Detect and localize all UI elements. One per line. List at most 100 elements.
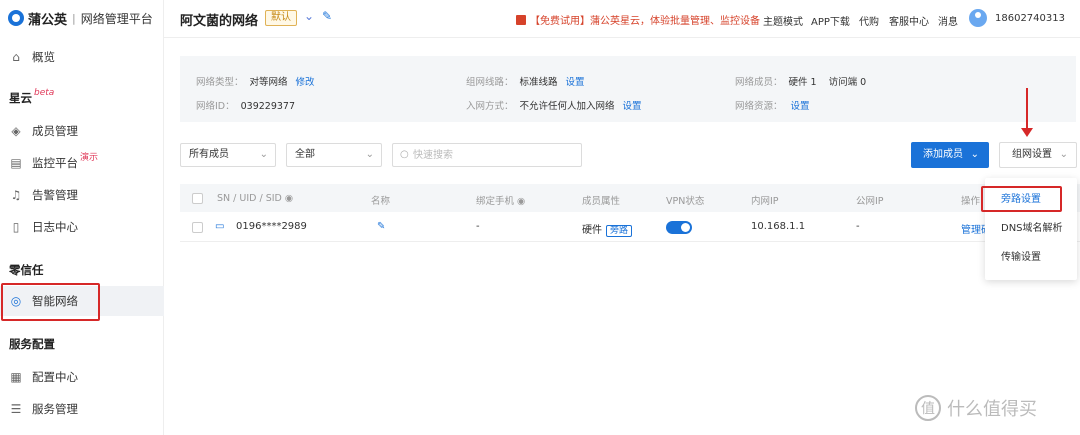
search-input[interactable] xyxy=(413,147,573,163)
route-settings-link[interactable]: 设置 xyxy=(566,77,585,88)
info-label: 网络ID： xyxy=(196,101,235,112)
highlight-box-bypass xyxy=(981,186,1062,212)
sidebar-item-label: 服务管理 xyxy=(32,402,78,416)
cell-sn: 0196****2989 xyxy=(236,221,307,232)
document-icon: ▯ xyxy=(12,220,20,234)
menu-item-transfer-settings[interactable]: 传输设置 xyxy=(985,244,1077,272)
info-network-type: 网络类型： 对等网络 修改 xyxy=(196,74,315,88)
sidebar-item-alerts[interactable]: ♫ 告警管理 xyxy=(0,180,164,210)
network-settings-button[interactable]: 组网设置 ⌄ xyxy=(999,142,1077,168)
messages-link[interactable]: 消息 xyxy=(938,13,958,28)
chevron-down-icon: ⌄ xyxy=(259,149,268,160)
sidebar-item-service-mgmt[interactable]: ☰ 服务管理 xyxy=(0,394,164,424)
brand-name: 蒲公英 xyxy=(28,12,68,28)
info-join: 入网方式： 不允许任何人加入网络 设置 xyxy=(466,98,642,112)
section-service-config: 服务配置 xyxy=(9,337,55,351)
sidebar-item-config-center[interactable]: ▦ 配置中心 xyxy=(0,362,164,392)
add-member-button[interactable]: 添加成员 ⌄ xyxy=(911,142,989,168)
monitor-icon: ▤ xyxy=(10,156,22,170)
brand-product: 网络管理平台 xyxy=(80,11,153,26)
sidebar-item-label: 成员管理 xyxy=(32,124,78,138)
sidebar-item-monitor[interactable]: ▤ 监控平台 演示 xyxy=(0,148,164,178)
chevron-down-icon[interactable]: ⌄ xyxy=(304,9,314,23)
info-label: 入网方式： xyxy=(466,101,514,112)
promo-banner[interactable]: 【免费试用】蒲公英星云，体验批量管理、监控设备 xyxy=(516,12,760,27)
info-label: 组网线路： xyxy=(466,77,514,88)
section-xingyun: 星云 beta xyxy=(9,88,55,106)
demo-tag: 演示 xyxy=(80,152,99,163)
promo-text: 【免费试用】蒲公英星云，体验批量管理、监控设备 xyxy=(530,16,760,27)
info-label: 网络成员： xyxy=(735,77,783,88)
search-box[interactable]: ○ xyxy=(392,143,582,167)
sidebar-item-label: 概览 xyxy=(32,50,55,64)
info-value: 不允许任何人加入网络 xyxy=(519,101,615,112)
annotation-arrow-head xyxy=(1021,128,1033,137)
attr-label: 硬件 xyxy=(582,225,602,236)
row-checkbox[interactable] xyxy=(192,222,203,233)
user-phone[interactable]: 18602740313 xyxy=(995,13,1065,24)
edit-network-type-link[interactable]: 修改 xyxy=(296,77,315,88)
column-header-name: 名称 xyxy=(371,196,391,207)
info-members: 网络成员： 硬件 1 访问端 0 xyxy=(735,74,866,88)
info-value: 039229377 xyxy=(240,101,296,112)
network-info-panel: 网络类型： 对等网络 修改 网络ID： 039229377 组网线路： 标准线路 设置 入… xyxy=(180,56,1076,122)
layers-icon: ◈ xyxy=(11,124,21,138)
bypass-tag: 旁路 xyxy=(606,225,633,237)
section-zero-trust: 零信任 xyxy=(9,263,44,277)
bell-icon: ♫ xyxy=(10,188,22,202)
annotation-arrow xyxy=(1026,88,1028,130)
chevron-down-icon: ⌄ xyxy=(1059,149,1068,160)
logo-separator: | xyxy=(72,11,76,25)
topbar: 阿文菌的网络 默认 ⌄ ✎ 【免费试用】蒲公英星云，体验批量管理、监控设备 主题… xyxy=(164,0,1080,38)
column-header-sn: SN / UID / SID ◉ xyxy=(217,193,293,204)
section-label: 星云 xyxy=(9,91,32,105)
header-label: 绑定手机 xyxy=(476,196,515,207)
sidebar-item-label: 监控平台 xyxy=(32,156,78,170)
avatar[interactable] xyxy=(969,9,987,27)
default-badge: 默认 xyxy=(265,10,297,26)
list-icon: ☰ xyxy=(10,402,22,416)
highlight-box-smart-network xyxy=(1,283,100,321)
sidebar-item-label: 配置中心 xyxy=(32,370,78,384)
info-value: 访问端 0 xyxy=(828,77,867,88)
edit-icon[interactable]: ✎ xyxy=(322,9,332,23)
eye-icon[interactable]: ◉ xyxy=(517,196,525,207)
chevron-down-icon: ⌄ xyxy=(970,149,979,160)
info-resources: 网络资源： 设置 xyxy=(735,98,810,112)
info-route: 组网线路： 标准线路 设置 xyxy=(466,74,585,88)
grid-icon: ▦ xyxy=(10,370,22,384)
beta-tag: beta xyxy=(34,88,55,98)
column-header-vpn: VPN状态 xyxy=(666,196,705,207)
proxy-buy-link[interactable]: 代购 xyxy=(859,13,879,28)
member-filter-select[interactable]: 所有成员 ⌄ xyxy=(180,143,276,167)
button-label: 添加成员 xyxy=(923,149,963,160)
gift-icon xyxy=(516,14,526,25)
eye-icon[interactable]: ◉ xyxy=(285,193,293,204)
table-row: ▭ 0196****2989 ✎ - 硬件 旁路 10.168.1.1 - 管理硬 xyxy=(180,212,1080,242)
chevron-down-icon: ⌄ xyxy=(365,149,374,160)
resources-settings-link[interactable]: 设置 xyxy=(791,101,810,112)
sidebar-item-logs[interactable]: ▯ 日志中心 xyxy=(0,212,164,242)
app-download-link[interactable]: APP下载 xyxy=(811,13,850,28)
select-all-checkbox[interactable] xyxy=(192,193,203,204)
sidebar-item-members[interactable]: ◈ 成员管理 xyxy=(0,116,164,146)
edit-name-icon[interactable]: ✎ xyxy=(377,221,385,232)
watermark: 值 什么值得买 xyxy=(915,395,1037,421)
table-header: SN / UID / SID ◉ 名称 绑定手机 ◉ 成员属性 VPN状态 内网… xyxy=(180,184,1080,212)
column-header-phone: 绑定手机 ◉ xyxy=(476,193,525,207)
support-center-link[interactable]: 客服中心 xyxy=(889,13,929,28)
info-value: 标准线路 xyxy=(519,77,558,88)
theme-mode-link[interactable]: 主题模式 xyxy=(763,13,803,28)
home-icon: ⌂ xyxy=(12,50,20,64)
info-label: 网络类型： xyxy=(196,77,244,88)
status-filter-select[interactable]: 全部 ⌄ xyxy=(286,143,382,167)
menu-item-dns[interactable]: DNS域名解析 xyxy=(985,215,1077,243)
logo[interactable]: 蒲公英 | 网络管理平台 xyxy=(8,9,153,28)
sidebar-item-overview[interactable]: ⌂ 概览 xyxy=(0,42,164,72)
join-settings-link[interactable]: 设置 xyxy=(623,101,642,112)
button-label: 组网设置 xyxy=(1012,149,1052,160)
cell-lan-ip: 10.168.1.1 xyxy=(751,221,806,232)
watermark-text: 什么值得买 xyxy=(947,399,1037,420)
vpn-toggle[interactable] xyxy=(666,221,692,234)
sidebar-item-label: 告警管理 xyxy=(32,188,78,202)
